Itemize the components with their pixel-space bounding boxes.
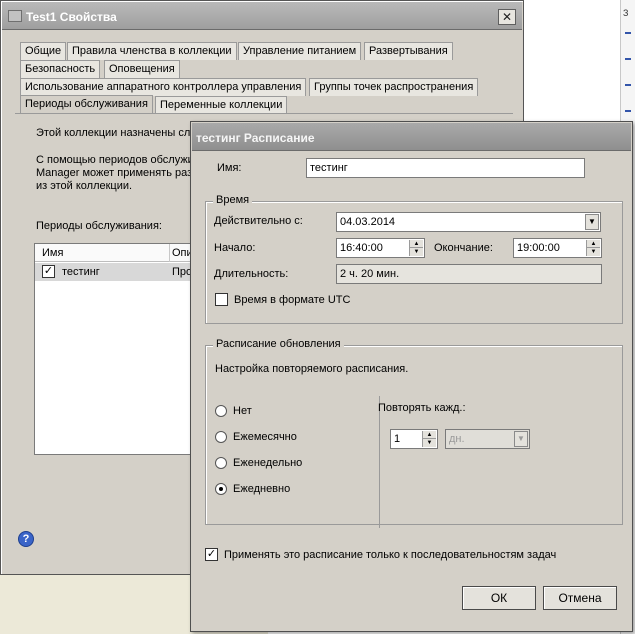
radio-monthly-label: Ежемесячно [233,431,297,443]
end-time-field[interactable]: 19:00:00 ▲ ▼ [513,238,602,258]
name-field[interactable]: тестинг [306,158,585,178]
apply-checkbox[interactable]: ✓ [205,548,218,561]
duration-value: 2 ч. 20 мин. [336,264,602,284]
maintenance-windows-list[interactable]: Имя Опи ✓ тестинг Про [34,243,204,455]
cancel-button[interactable]: Отмена [543,586,617,610]
description-line: С помощью периодов обслужи [36,154,194,166]
strip-mark [625,84,631,86]
ok-button[interactable]: ОК [462,586,536,610]
tab-distribution-point-groups[interactable]: Группы точек распространения [309,78,479,96]
maintenance-windows-label: Периоды обслуживания: [36,220,162,232]
radio-none[interactable] [215,405,227,417]
duration-label: Длительность: [214,268,289,280]
column-header-name[interactable]: Имя [42,247,63,259]
row-name: тестинг [62,266,100,278]
strip-mark [625,32,631,34]
column-separator[interactable] [169,244,170,262]
list-header: Имя Опи [35,244,203,262]
properties-titlebar[interactable]: Test1 Свойства ✕ [2,2,522,30]
window-icon [8,10,22,22]
effective-date-picker[interactable]: 04.03.2014 ▼ [336,212,601,232]
spin-up-icon[interactable]: ▲ [423,431,436,439]
list-item[interactable]: ✓ тестинг Про [35,263,203,281]
intro-text: Этой коллекции назначены сл [36,127,191,139]
start-time-spinner[interactable]: ▲ ▼ [409,240,423,256]
spin-up-icon[interactable]: ▲ [587,240,600,248]
recurrence-group-label: Расписание обновления [213,338,344,350]
utc-checkbox[interactable] [215,293,228,306]
description-line: из этой коллекции. [36,180,133,192]
recurrence-hint: Настройка повторяемого расписания. [215,363,409,375]
tab-power-management[interactable]: Управление питанием [238,42,362,60]
repeat-label: Повторять кажд.: [378,402,466,414]
properties-title: Test1 Свойства [26,10,117,24]
chevron-down-icon[interactable]: ▼ [514,431,528,447]
repeat-unit-value: дн. [449,433,465,445]
chevron-down-icon[interactable]: ▼ [585,214,599,230]
tab-out-of-band[interactable]: Использование аппаратного контроллера уп… [20,78,307,96]
effective-date-value: 04.03.2014 [340,216,396,228]
recurrence-separator [379,396,380,528]
strip-mark [625,58,631,60]
schedule-title: тестинг Расписание [196,131,315,145]
start-time-value: 16:40:00 [340,242,383,254]
repeat-unit-select[interactable]: дн. ▼ [445,429,530,449]
strip-mark [625,110,631,112]
tab-panel-border [15,113,513,114]
right-strip-text: З [623,8,629,18]
name-label: Имя: [217,162,242,174]
repeat-count-value: 1 [394,433,401,445]
spin-up-icon[interactable]: ▲ [410,240,423,248]
end-label: Окончание: [434,242,493,254]
tab-collection-variables[interactable]: Переменные коллекции [155,96,288,114]
tab-general[interactable]: Общие [20,42,67,60]
radio-daily[interactable] [215,483,227,495]
tab-membership-rules[interactable]: Правила членства в коллекции [67,42,237,60]
end-time-spinner[interactable]: ▲ ▼ [586,240,600,256]
tab-maintenance-windows[interactable]: Периоды обслуживания [20,95,153,114]
radio-monthly[interactable] [215,431,227,443]
repeat-count-field[interactable]: 1 ▲ ▼ [390,429,438,449]
time-group-label: Время [213,194,253,206]
spin-down-icon[interactable]: ▼ [423,439,436,447]
effective-date-label: Действительно с: [214,215,303,227]
radio-weekly-label: Еженедельно [233,457,303,469]
tab-deployments[interactable]: Развертывания [364,42,453,60]
start-time-field[interactable]: 16:40:00 ▲ ▼ [336,238,425,258]
radio-daily-label: Ежедневно [233,483,291,495]
utc-label: Время в формате UTC [234,294,351,306]
tab-security[interactable]: Безопасность [20,60,101,78]
apply-label: Применять это расписание только к послед… [224,549,557,561]
schedule-dialog: тестинг Расписание Имя: тестинг Время Де… [190,121,633,632]
close-icon[interactable]: ✕ [498,9,516,25]
spin-down-icon[interactable]: ▼ [410,248,423,256]
schedule-titlebar[interactable]: тестинг Расписание [192,123,631,151]
repeat-count-spinner[interactable]: ▲ ▼ [422,431,436,447]
help-icon[interactable]: ? [18,531,34,547]
radio-weekly[interactable] [215,457,227,469]
start-label: Начало: [214,242,256,254]
end-time-value: 19:00:00 [517,242,560,254]
row-checkbox[interactable]: ✓ [42,265,55,278]
tab-alerts[interactable]: Оповещения [104,60,180,78]
description-line: Manager может применять раз [36,167,193,179]
radio-none-label: Нет [233,405,252,417]
spin-down-icon[interactable]: ▼ [587,248,600,256]
